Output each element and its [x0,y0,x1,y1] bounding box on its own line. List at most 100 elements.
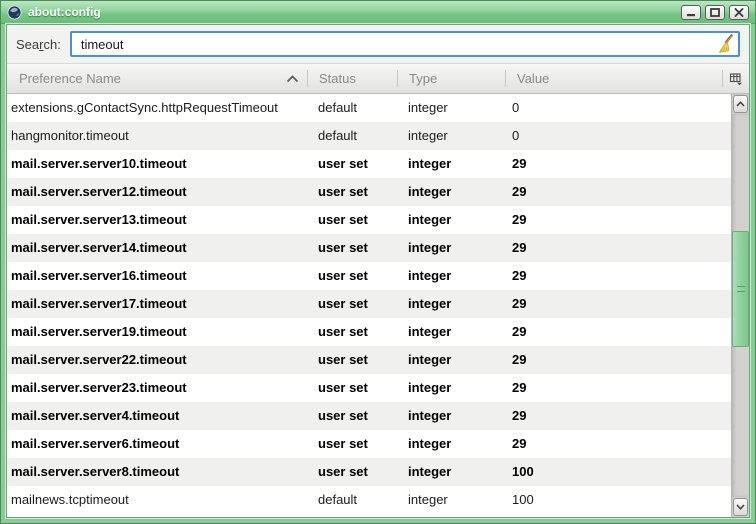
cell-status: default [318,128,358,143]
cell-type: integer [408,212,452,227]
cell-preference-name: hangmonitor.timeout [11,128,129,143]
cell-type: integer [408,436,452,451]
table-rows: extensions.gContactSync.httpRequestTimeo… [7,94,731,517]
vertical-scrollbar[interactable] [731,94,749,517]
cell-value: 29 [512,156,527,171]
cell-status: default [318,100,358,115]
table-row[interactable]: mail.server.server10.timeout user set inte… [7,150,731,178]
cell-preference-name: mail.server.server19.timeout [11,324,187,339]
table-row[interactable]: mail.server.server8.timeout user set integ… [7,458,731,486]
cell-preference-name: mail.server.server8.timeout [11,464,180,479]
cell-value: 0 [512,128,520,143]
cell-type: integer [408,492,448,507]
column-picker-icon [729,72,742,85]
table-row[interactable]: extensions.gContactSync.httpRequestTimeo… [7,94,731,122]
cell-value: 29 [512,240,527,255]
cell-value: 0 [512,100,520,115]
cell-status: user set [318,352,368,367]
cell-preference-name: mail.server.server12.timeout [11,184,187,199]
scroll-down-button[interactable] [733,498,748,516]
cell-preference-name: mail.server.server13.timeout [11,212,187,227]
cell-type: integer [408,464,452,479]
table-row[interactable]: mail.server.server19.timeout user set inte… [7,318,731,346]
table-row[interactable]: mail.server.server6.timeout user set integ… [7,430,731,458]
cell-value: 29 [512,352,527,367]
clear-search-broom-icon[interactable] [715,34,735,54]
cell-preference-name: mail.server.server14.timeout [11,240,187,255]
cell-type: integer [408,352,452,367]
cell-value: 29 [512,296,527,311]
titlebar[interactable]: about:config [1,1,755,24]
cell-value: 100 [512,492,534,507]
cell-type: integer [408,100,448,115]
cell-type: integer [408,324,452,339]
cell-preference-name: extensions.gContactSync.httpRequestTimeo… [11,100,278,115]
cell-preference-name: mail.server.server16.timeout [11,268,187,283]
cell-status: user set [318,380,368,395]
cell-value: 29 [512,436,527,451]
table-row[interactable]: mail.server.server17.timeout user set inte… [7,290,731,318]
scrollbar-grip [736,286,745,292]
table-row[interactable]: mail.server.server12.timeout user set inte… [7,178,731,206]
cell-status: user set [318,240,368,255]
preferences-table: Preference Name Status Type Value extens… [7,63,749,517]
cell-preference-name: mail.server.server17.timeout [11,296,187,311]
cell-type: integer [408,380,452,395]
table-row[interactable]: mail.server.server16.timeout user set inte… [7,262,731,290]
cell-status: user set [318,464,368,479]
cell-type: integer [408,408,452,423]
cell-preference-name: mailnews.tcptimeout [11,492,129,507]
table-row[interactable]: mail.server.server13.timeout user set inte… [7,206,731,234]
minimize-icon [687,13,695,16]
cell-value: 29 [512,408,527,423]
app-globe-icon [7,4,22,20]
minimize-button[interactable] [681,4,701,20]
table-row[interactable]: hangmonitor.timeout default integer 0 [7,122,731,150]
cell-preference-name: mail.server.server22.timeout [11,352,187,367]
close-button[interactable] [729,4,749,20]
table-row[interactable]: mailnews.tcptimeout default integer 100 [7,486,731,514]
column-header-status[interactable]: Status [307,70,397,87]
close-icon [734,7,744,17]
table-row[interactable]: mail.server.server23.timeout user set inte… [7,374,731,402]
cell-type: integer [408,240,452,255]
search-field-wrap [69,31,740,57]
search-label: Search: [16,36,61,52]
cell-status: user set [318,324,368,339]
scroll-up-icon [736,101,745,107]
column-header-preference-name[interactable]: Preference Name [7,70,307,87]
table-body: extensions.gContactSync.httpRequestTimeo… [7,94,749,517]
table-row[interactable]: mail.server.server4.timeout user set integ… [7,402,731,430]
cell-type: integer [408,296,452,311]
search-input[interactable] [69,31,740,57]
scroll-up-button[interactable] [733,95,748,113]
window-controls [681,4,749,20]
maximize-icon [710,7,720,17]
cell-status: user set [318,436,368,451]
table-row[interactable]: mail.server.server14.timeout user set inte… [7,234,731,262]
cell-value: 29 [512,268,527,283]
cell-value: 100 [512,464,534,479]
scrollbar-thumb[interactable] [732,231,749,347]
table-row[interactable]: mail.server.server22.timeout user set inte… [7,346,731,374]
window-title: about:config [28,5,101,19]
cell-type: integer [408,184,452,199]
sort-ascending-icon [286,74,299,82]
search-bar: Search: [7,25,749,63]
cell-value: 29 [512,380,527,395]
column-picker-button[interactable] [722,70,749,87]
about-config-window: about:config Search: timeout Preference … [0,0,756,524]
cell-status: user set [318,408,368,423]
cell-preference-name: mail.server.server4.timeout [11,408,180,423]
table-header: Preference Name Status Type Value [7,64,749,94]
cell-value: 29 [512,184,527,199]
cell-preference-name: mail.server.server23.timeout [11,380,187,395]
cell-type: integer [408,268,452,283]
maximize-button[interactable] [705,4,725,20]
cell-type: integer [408,128,448,143]
cell-status: user set [318,268,368,283]
column-header-type[interactable]: Type [397,70,505,87]
cell-value: 29 [512,324,527,339]
column-header-value[interactable]: Value [505,70,722,87]
scrollbar-track[interactable] [732,114,749,497]
